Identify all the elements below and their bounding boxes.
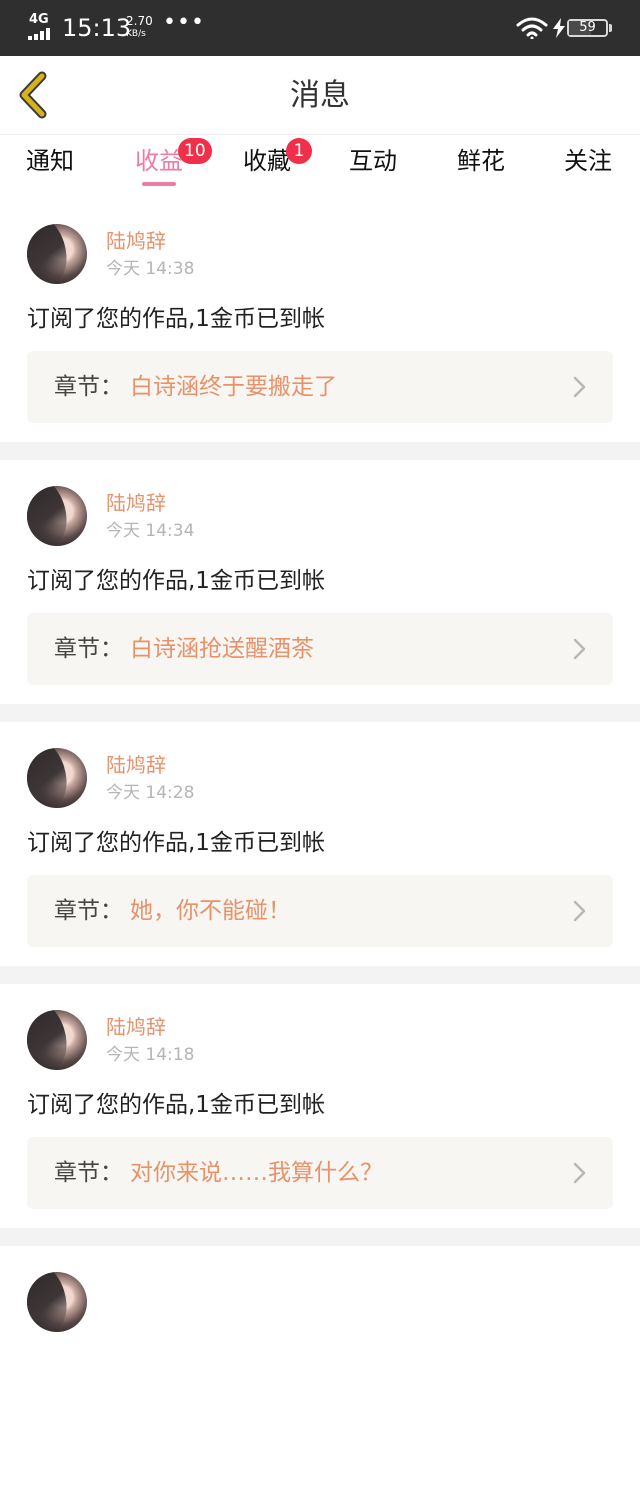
status-bar: 4G 15:13 2.70 KB/s ••• 59: [0, 0, 640, 56]
chevron-right-icon: [573, 638, 586, 660]
message-card: 陆鸠辞 今天 14:18 订阅了您的作品,1金币已到帐 章节： 对你来说……我算…: [0, 984, 640, 1246]
tab-label: 通知: [26, 147, 74, 175]
chapter-link[interactable]: 章节： 对你来说……我算什么？: [27, 1137, 613, 1209]
tab-notifications[interactable]: 通知: [5, 144, 95, 178]
chevron-right-icon: [573, 1162, 586, 1184]
message-time: 今天 14:28: [106, 783, 195, 803]
tab-following[interactable]: 关注: [543, 144, 633, 178]
message-time: 今天 14:34: [106, 521, 195, 541]
tab-flowers[interactable]: 鲜花: [436, 144, 526, 178]
network-speed-unit: KB/s: [126, 29, 146, 39]
chapter-link[interactable]: 章节： 她，你不能碰！: [27, 875, 613, 947]
signal-icon: [28, 28, 50, 40]
chapter-title: 对你来说……我算什么？: [130, 1160, 383, 1186]
chapter-link[interactable]: 章节： 白诗涵抢送醒酒茶: [27, 613, 613, 685]
chapter-label: 章节：: [54, 374, 123, 400]
avatar[interactable]: [27, 1272, 87, 1332]
avatar[interactable]: [27, 748, 87, 808]
message-time: 今天 14:38: [106, 259, 195, 279]
chapter-title: 白诗涵抢送醒酒茶: [130, 636, 314, 662]
tab-earnings[interactable]: 收益 10: [114, 138, 212, 178]
tab-label: 收藏: [243, 147, 291, 175]
header-bar: 消息: [0, 56, 640, 135]
active-tab-indicator: [142, 182, 176, 186]
message-text: 订阅了您的作品,1金币已到帐: [27, 1092, 325, 1118]
tab-favorites[interactable]: 收藏 1: [222, 138, 312, 178]
page-title: 消息: [290, 78, 350, 113]
tab-label: 互动: [349, 147, 397, 175]
chevron-right-icon: [573, 900, 586, 922]
battery-tip: [609, 24, 612, 32]
more-notifications-icon: •••: [163, 10, 205, 35]
avatar[interactable]: [27, 224, 87, 284]
sender-name[interactable]: 陆鸠辞: [106, 1014, 166, 1040]
chevron-right-icon: [573, 376, 586, 398]
chapter-title: 她，你不能碰！: [130, 898, 291, 924]
wifi-icon: [516, 17, 548, 39]
battery-percent: 59: [579, 20, 596, 35]
avatar[interactable]: [27, 486, 87, 546]
charging-icon: [553, 18, 565, 38]
divider: [0, 704, 640, 722]
chapter-link[interactable]: 章节： 白诗涵终于要搬走了: [27, 351, 613, 423]
message-text: 订阅了您的作品,1金币已到帐: [27, 568, 325, 594]
chapter-label: 章节：: [54, 636, 123, 662]
unread-badge: 1: [286, 138, 312, 164]
sender-name[interactable]: 陆鸠辞: [106, 752, 166, 778]
message-text: 订阅了您的作品,1金币已到帐: [27, 830, 325, 856]
tab-bar: 通知 收益 10 收藏 1 互动 鲜花 关注: [0, 136, 640, 198]
message-card: 陆鸠辞 今天 14:38 订阅了您的作品,1金币已到帐 章节： 白诗涵终于要搬走…: [0, 198, 640, 460]
battery-icon: 59: [567, 19, 608, 37]
unread-badge: 10: [178, 138, 212, 164]
message-text: 订阅了您的作品,1金币已到帐: [27, 306, 325, 332]
chapter-label: 章节：: [54, 898, 123, 924]
sender-name[interactable]: 陆鸠辞: [106, 228, 166, 254]
sender-name[interactable]: 陆鸠辞: [106, 490, 166, 516]
message-card: 陆鸠辞 今天 14:34 订阅了您的作品,1金币已到帐 章节： 白诗涵抢送醒酒茶: [0, 460, 640, 722]
tab-label: 收益: [135, 147, 183, 175]
tab-label: 关注: [564, 147, 612, 175]
network-speed: 2.70: [126, 14, 153, 28]
message-card: [0, 1246, 640, 1508]
divider: [0, 442, 640, 460]
avatar[interactable]: [27, 1010, 87, 1070]
message-time: 今天 14:18: [106, 1045, 195, 1065]
message-card: 陆鸠辞 今天 14:28 订阅了您的作品,1金币已到帐 章节： 她，你不能碰！: [0, 722, 640, 984]
network-type: 4G: [29, 12, 49, 27]
tab-label: 鲜花: [457, 147, 505, 175]
clock: 15:13: [62, 14, 132, 42]
chapter-label: 章节：: [54, 1160, 123, 1186]
divider: [0, 1228, 640, 1246]
divider: [0, 966, 640, 984]
chapter-title: 白诗涵终于要搬走了: [130, 374, 337, 400]
tab-interactions[interactable]: 互动: [328, 144, 418, 178]
